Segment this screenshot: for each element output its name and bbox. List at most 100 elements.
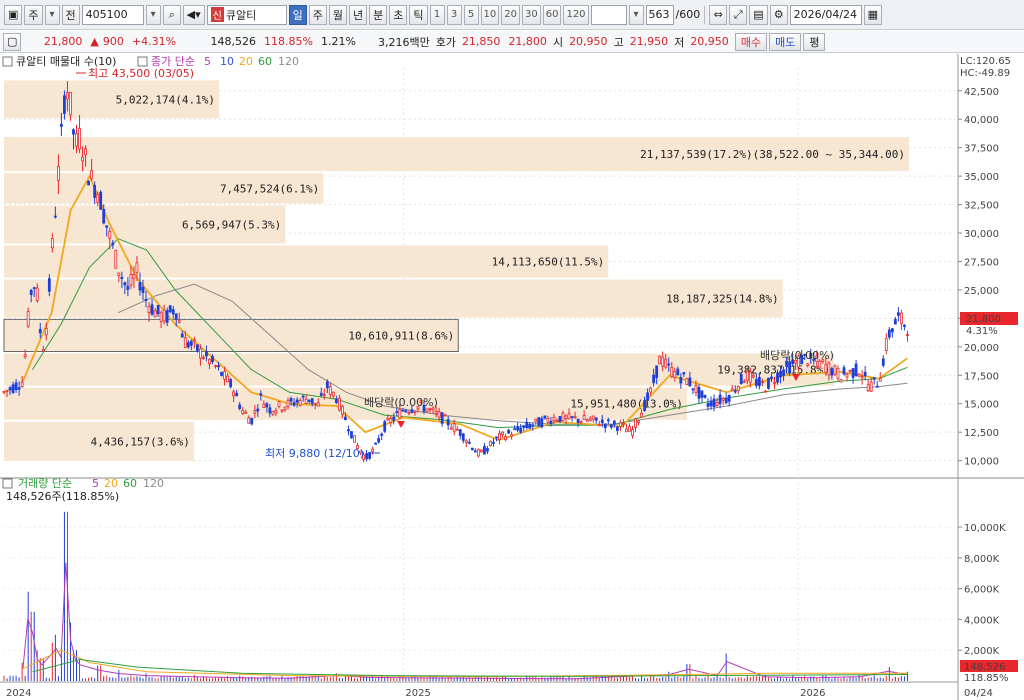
candle-body [504, 436, 507, 441]
candle-body [29, 289, 33, 296]
volume-legend-box-icon[interactable] [2, 478, 13, 489]
candle-body [253, 410, 257, 414]
timeframe-week-button[interactable]: 주 [308, 4, 327, 25]
timeframe-day-button[interactable]: 일 [288, 4, 307, 25]
candle-body [5, 390, 9, 392]
candle-body [640, 412, 643, 418]
candle-body [292, 402, 296, 406]
interval-10-button[interactable]: 10 [480, 4, 500, 25]
collapse-icon[interactable]: ▢ [3, 32, 22, 51]
candle-body [446, 419, 450, 426]
candle-body [851, 368, 855, 378]
interval-1-button[interactable]: 1 [429, 4, 445, 25]
candle-body [141, 286, 145, 293]
candle-body [277, 401, 281, 407]
prev-stock-button[interactable]: 전 [61, 4, 80, 25]
eval-button[interactable]: 평 [803, 32, 826, 51]
scale-icon[interactable]: ⤢ [729, 4, 748, 25]
vol-ma60-legend: 60 [123, 477, 137, 490]
price-tick-label: 30,000 [964, 229, 999, 240]
timeframe-second-button[interactable]: 초 [389, 4, 408, 25]
search-icon[interactable]: ⌕ [162, 4, 181, 25]
candle-body [455, 428, 459, 431]
candle-body [180, 333, 184, 338]
volume-tag: 148,526 118.85% [960, 660, 1018, 684]
dividend-annotation-1: 배당락(0.00%) [364, 396, 438, 409]
volume-profile-label: 18,187,325(14.8%) [666, 292, 779, 305]
vol-ma20-legend: 20 [104, 477, 118, 490]
code-dropdown-icon[interactable]: ▾ [145, 4, 161, 25]
interval-20-button[interactable]: 20 [501, 4, 520, 25]
window-icon[interactable]: ▣ [4, 4, 23, 25]
candle-body [93, 184, 97, 198]
stock-code-input[interactable]: 405100 [81, 4, 144, 25]
candle-body [341, 405, 344, 415]
candle-body [561, 412, 565, 421]
candle-body [543, 415, 547, 419]
stock-name-field[interactable]: 신 큐알티 [206, 4, 287, 25]
gear-icon[interactable]: ⚙ [769, 4, 788, 25]
candle-body [643, 400, 646, 411]
candle-body [81, 156, 84, 162]
current-price: 21,800 [43, 35, 83, 48]
candle-body [486, 448, 489, 452]
sell-button[interactable]: 매도 [769, 32, 802, 51]
candle-body [881, 358, 885, 366]
candle-body [177, 320, 181, 323]
candle-body [174, 313, 178, 320]
candle-body [649, 387, 653, 393]
candle-body [694, 385, 698, 393]
zoom-icon[interactable]: ⇔ [709, 4, 728, 25]
candle-body [69, 91, 72, 116]
candle-body [736, 386, 740, 392]
volume-profile-label: 21,137,539(17.2%)(38,522.00 ~ 35,344.00) [640, 148, 905, 161]
interval-3-button[interactable]: 3 [446, 4, 462, 25]
chart-canvas[interactable]: 5,022,174(4.1%) 21,137,539(17.2%)(38,522.… [0, 54, 1024, 700]
low-annotation: 최저 9,880 (12/10) [265, 447, 380, 460]
candle-body [764, 390, 767, 393]
interval-dropdown-icon[interactable]: ▾ [628, 4, 644, 25]
candle-body [489, 440, 492, 447]
period-select[interactable]: 주 [24, 4, 43, 25]
ma-legend-box-icon[interactable] [137, 56, 148, 67]
candle-body [265, 403, 269, 408]
sound-icon[interactable]: ◀▾ [182, 4, 205, 25]
candle-body [836, 367, 840, 379]
interval-5-button[interactable]: 5 [463, 4, 479, 25]
candle-body [733, 390, 737, 393]
open-price: 20,950 [569, 35, 608, 48]
candle-body [238, 404, 242, 409]
timeframe-month-button[interactable]: 월 [328, 4, 348, 25]
candle-body [603, 423, 607, 429]
time-tick-label: 2024 [6, 688, 31, 699]
candle-body [712, 398, 716, 407]
save-icon[interactable]: ▤ [749, 4, 768, 25]
candle-body [162, 309, 166, 322]
candle-body [513, 428, 517, 431]
ask-label: 호가 [435, 35, 456, 49]
calendar-icon[interactable]: ▦ [863, 4, 883, 25]
buy-button[interactable]: 매수 [734, 32, 768, 51]
candle-body [250, 417, 254, 425]
stock-chart[interactable]: 5,022,174(4.1%) 21,137,539(17.2%)(38,522.… [0, 54, 1024, 700]
interval-30-button[interactable]: 30 [521, 4, 541, 25]
timeframe-minute-button[interactable]: 분 [369, 4, 388, 25]
candle-body [123, 282, 127, 286]
volume-tick-label: 6,000K [964, 585, 1000, 596]
candle-body [331, 391, 335, 397]
legend-box-icon[interactable] [2, 56, 13, 67]
candle-body [316, 402, 320, 407]
candle-body [241, 409, 245, 414]
date-input[interactable]: 2026/04/24 [789, 4, 862, 25]
timeframe-year-button[interactable]: 년 [349, 4, 368, 25]
chevron-down-icon[interactable]: ▾ [44, 4, 60, 25]
turnover-ratio: 1.21% [321, 35, 356, 48]
interval-60-button[interactable]: 60 [542, 4, 562, 25]
candle-body [848, 369, 852, 372]
custom-interval-input[interactable] [590, 4, 627, 25]
data-count-input[interactable]: 563 [645, 4, 674, 25]
candle-body [307, 399, 311, 402]
candle-body [226, 375, 229, 383]
interval-120-button[interactable]: 120 [563, 4, 589, 25]
timeframe-tick-button[interactable]: 틱 [409, 4, 428, 25]
